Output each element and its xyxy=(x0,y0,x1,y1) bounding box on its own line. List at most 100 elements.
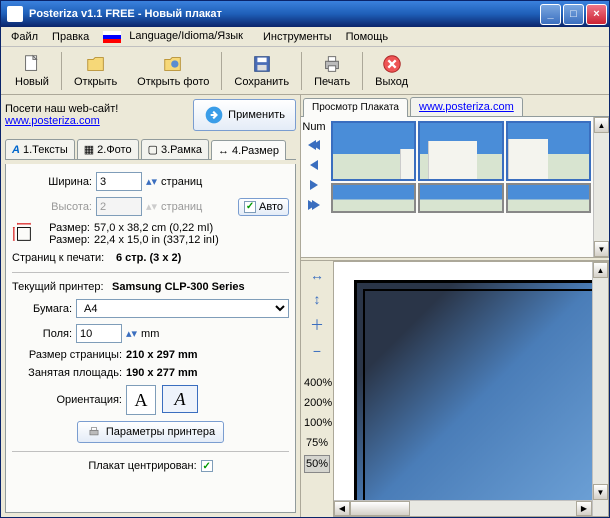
nav-last[interactable] xyxy=(304,197,324,213)
pages-to-print-value: 6 стр. (3 x 2) xyxy=(116,252,181,264)
nav-next[interactable] xyxy=(304,177,324,193)
thumbnail-area: ▲ ▼ xyxy=(327,117,609,257)
menu-edit[interactable]: Правка xyxy=(46,29,95,45)
tab-frame[interactable]: ▢3.Рамка xyxy=(141,139,209,159)
website-link[interactable]: www.posteriza.com xyxy=(5,115,100,127)
size-icon: ↔ xyxy=(218,145,229,157)
used-area-value: 190 x 277 mm xyxy=(126,367,198,379)
page-size-value: 210 x 297 mm xyxy=(126,349,198,361)
close-button[interactable]: × xyxy=(586,4,607,25)
tab-website[interactable]: www.posteriza.com xyxy=(410,97,523,116)
scroll-thumb[interactable] xyxy=(350,501,410,516)
exit-icon xyxy=(380,53,404,75)
apply-arrow-icon xyxy=(204,105,224,125)
zoom-200[interactable]: 200% xyxy=(304,395,330,411)
toolbar-new[interactable]: Новый xyxy=(5,49,59,93)
menubar: Файл Правка Language/Idioma/Язык Инструм… xyxy=(1,27,609,47)
scroll-down-button[interactable]: ▼ xyxy=(593,484,608,500)
paper-label: Бумага: xyxy=(12,303,72,315)
minimize-button[interactable]: _ xyxy=(540,4,561,25)
printer-params-button[interactable]: Параметры принтера xyxy=(77,421,224,443)
preview-page xyxy=(354,280,609,517)
orientation-label: Ориентация: xyxy=(12,394,122,406)
margin-spinner[interactable]: ▴▾ xyxy=(126,327,137,340)
scroll-right-button[interactable]: ▶ xyxy=(576,501,592,516)
apply-button[interactable]: Применить xyxy=(193,99,296,131)
scroll-left-button[interactable]: ◀ xyxy=(334,501,350,516)
toolbar-open-photo[interactable]: Открыть фото xyxy=(127,49,219,93)
paper-select[interactable]: A4 xyxy=(76,299,289,318)
tab-size[interactable]: ↔4.Размер xyxy=(211,140,286,160)
photo-open-icon xyxy=(161,53,185,75)
flag-icon xyxy=(103,31,121,43)
poster-tile[interactable] xyxy=(418,121,503,181)
width-input[interactable] xyxy=(96,172,142,191)
toolbar-print[interactable]: Печать xyxy=(304,49,360,93)
photo-icon: ▦ xyxy=(84,143,94,156)
toolbar-save[interactable]: Сохранить xyxy=(224,49,299,93)
zoom-100[interactable]: 100% xyxy=(304,415,330,431)
centered-label: Плакат центрирован: xyxy=(88,460,196,472)
zoom-fit-h[interactable]: ↔ xyxy=(304,265,330,285)
text-icon: A xyxy=(12,144,20,156)
tab-texts[interactable]: A1.Тексты xyxy=(5,139,75,159)
printer-label: Текущий принтер: xyxy=(12,281,108,293)
margin-unit: mm xyxy=(141,328,159,340)
toolbar-open[interactable]: Открыть xyxy=(64,49,127,93)
scroll-up-button[interactable]: ▲ xyxy=(594,117,609,133)
tab-photo[interactable]: ▦2.Фото xyxy=(77,139,139,159)
zoom-50[interactable]: 50% xyxy=(304,455,330,473)
zoom-fit-v[interactable]: ↕ xyxy=(304,289,330,309)
zoom-out[interactable]: − xyxy=(304,341,330,361)
orientation-landscape[interactable]: A xyxy=(162,385,198,413)
window-title: Posteriza v1.1 FREE - Новый плакат xyxy=(27,8,540,20)
printer-icon xyxy=(86,425,102,439)
tab-preview[interactable]: Просмотр Плаката xyxy=(303,98,408,117)
canvas-hscroll[interactable]: ◀ ▶ xyxy=(334,500,592,516)
frame-icon: ▢ xyxy=(148,143,158,156)
new-icon xyxy=(20,53,44,75)
height-spinner: ▴▾ xyxy=(146,200,157,213)
poster-tile[interactable] xyxy=(331,183,416,213)
menu-file[interactable]: Файл xyxy=(5,29,44,45)
orientation-portrait[interactable]: A xyxy=(126,385,156,415)
zoom-in[interactable]: ＋ xyxy=(304,313,330,337)
printer-value: Samsung CLP-300 Series xyxy=(112,281,245,293)
pages-to-print-label: Страниц к печати: xyxy=(12,252,112,264)
left-tabs: A1.Тексты ▦2.Фото ▢3.Рамка ↔4.Размер xyxy=(5,139,296,160)
maximize-button[interactable]: □ xyxy=(563,4,584,25)
height-unit: страниц xyxy=(161,201,202,213)
scroll-down-button[interactable]: ▼ xyxy=(594,241,609,257)
thumbs-scrollbar[interactable]: ▲ ▼ xyxy=(593,117,609,257)
nav-first[interactable] xyxy=(304,137,324,153)
visit-label: Посети наш web-сайт! xyxy=(5,103,187,115)
right-panel: Просмотр Плаката www.posteriza.com Num xyxy=(301,95,609,517)
menu-tools[interactable]: Инструменты xyxy=(257,29,338,45)
poster-tile[interactable] xyxy=(331,121,416,181)
titlebar: Posteriza v1.1 FREE - Новый плакат _ □ × xyxy=(1,1,609,27)
menu-help[interactable]: Помощь xyxy=(340,29,395,45)
left-panel: Посети наш web-сайт! www.posteriza.com П… xyxy=(1,95,301,517)
zoom-400[interactable]: 400% xyxy=(304,375,330,391)
app-window: Posteriza v1.1 FREE - Новый плакат _ □ ×… xyxy=(0,0,610,518)
height-label: Высота: xyxy=(12,201,92,213)
poster-tile[interactable] xyxy=(506,121,591,181)
size-panel: Ширина: ▴▾ страниц Высота: ▴▾ страниц ✓А… xyxy=(5,164,296,513)
print-icon xyxy=(320,53,344,75)
app-icon xyxy=(7,6,23,22)
canvas-vscroll[interactable]: ▲ ▼ xyxy=(592,262,608,516)
width-spinner[interactable]: ▴▾ xyxy=(146,175,157,188)
zoom-75[interactable]: 75% xyxy=(304,435,330,451)
preview-canvas[interactable]: ▲ ▼ ◀ ▶ xyxy=(333,261,609,517)
poster-tile[interactable] xyxy=(418,183,503,213)
nav-prev[interactable] xyxy=(304,157,324,173)
width-label: Ширина: xyxy=(12,176,92,188)
auto-checkbox[interactable]: ✓Авто xyxy=(238,198,289,216)
poster-tile[interactable] xyxy=(506,183,591,213)
margin-input[interactable] xyxy=(76,324,122,343)
margin-label: Поля: xyxy=(12,328,72,340)
scroll-up-button[interactable]: ▲ xyxy=(593,262,608,278)
toolbar-exit[interactable]: Выход xyxy=(365,49,418,93)
menu-language[interactable]: Language/Idioma/Язык xyxy=(97,28,255,44)
centered-checkbox[interactable]: ✓ xyxy=(201,460,213,472)
